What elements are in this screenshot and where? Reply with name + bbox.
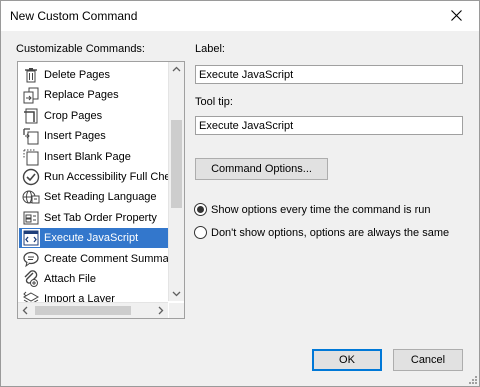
new-custom-command-dialog: New Custom Command Customizable Commands… [0,0,480,387]
list-item-label: Crop Pages [44,109,103,122]
vertical-scrollbar[interactable] [168,62,184,301]
scroll-right-button[interactable] [153,303,168,318]
scroll-corner [169,303,184,318]
radio-show-every-time[interactable] [194,203,207,216]
horizontal-scroll-thumb[interactable] [35,306,131,315]
list-item-label: Create Comment Summary [44,252,178,265]
chevron-right-icon [158,306,164,315]
javascript-icon [22,229,40,248]
list-item[interactable]: Insert Blank Page [19,147,168,167]
list-item[interactable]: Delete Pages [19,65,168,85]
label-caption: Label: [195,43,225,55]
label-input[interactable] [195,65,463,84]
scroll-left-button[interactable] [18,303,33,318]
tooltip-caption: Tool tip: [195,96,233,108]
trash-icon [22,66,40,84]
scroll-up-button[interactable] [169,62,184,77]
replace-pages-icon [22,86,40,104]
window-title: New Custom Command [10,9,138,23]
vertical-scroll-thumb[interactable] [171,120,182,208]
comment-summary-icon [22,250,40,268]
list-item[interactable]: Crop Pages [19,106,168,126]
attach-file-icon [22,270,40,288]
close-button[interactable] [435,1,479,31]
list-item[interactable]: Attach File [19,269,168,289]
blank-page-icon [22,148,40,166]
list-item-label: Set Reading Language [44,191,157,204]
list-item-label: Execute JavaScript [44,232,139,245]
resize-grip-icon[interactable] [467,374,477,384]
title-bar: New Custom Command [1,1,479,31]
list-item-label: Insert Blank Page [44,150,131,163]
list-item-label: Insert Pages [44,130,106,143]
list-item-label: Run Accessibility Full Check [44,171,182,183]
list-item[interactable]: Run Accessibility Full Check [19,167,182,187]
list-item[interactable]: Insert Pages [19,126,168,146]
list-item-label: Set Tab Order Property [44,211,157,224]
chevron-left-icon [22,306,28,315]
option-dont-show-label: Don't show options, options are always t… [211,226,450,239]
commands-listbox[interactable]: Delete Pages Replace Pages Crop Pages Inser… [17,61,185,319]
insert-pages-icon [22,127,40,145]
language-icon [22,188,40,206]
scroll-down-button[interactable] [169,286,184,301]
option-show-every-time-label: Show options every time the command is r… [211,203,431,216]
chevron-down-icon [172,291,181,297]
list-item[interactable]: Set Reading Language [19,187,168,207]
ok-button[interactable]: OK [312,349,382,371]
tooltip-input[interactable] [195,116,463,135]
close-icon [451,10,462,21]
list-item-label: Replace Pages [44,89,119,102]
option-dont-show[interactable]: Don't show options, options are always t… [194,226,449,239]
list-item[interactable]: Replace Pages [19,85,168,105]
option-show-every-time[interactable]: Show options every time the command is r… [194,203,431,216]
horizontal-scrollbar[interactable] [18,302,168,318]
list-item[interactable]: Set Tab Order Property [19,208,168,228]
commands-heading: Customizable Commands: [16,43,145,55]
chevron-up-icon [172,66,181,72]
command-options-button[interactable]: Command Options... [195,158,328,180]
cancel-button[interactable]: Cancel [393,349,463,371]
radio-dont-show[interactable] [194,226,207,239]
check-circle-icon [22,168,40,186]
list-item[interactable]: Create Comment Summary [19,249,178,269]
crop-icon [22,107,40,125]
tab-order-icon [22,209,40,227]
list-item-label: Attach File [44,273,96,285]
list-item[interactable]: Execute JavaScript [19,228,168,249]
list-item-label: Delete Pages [44,69,111,81]
